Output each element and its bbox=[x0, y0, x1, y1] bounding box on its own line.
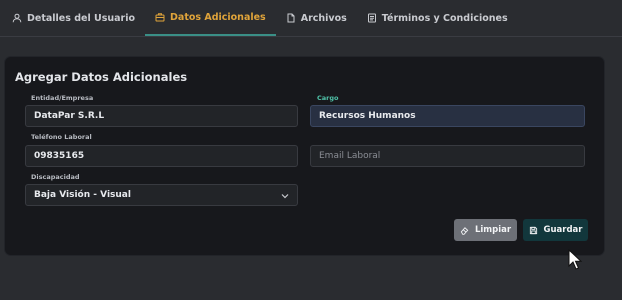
tab-label: Detalles del Usuario bbox=[27, 12, 136, 24]
cargo-input[interactable]: Recursos Humanos bbox=[310, 105, 585, 127]
briefcase-icon bbox=[155, 12, 165, 22]
chevron-down-icon bbox=[281, 194, 289, 199]
telefono-value: 09835165 bbox=[34, 151, 85, 161]
telefono-input[interactable]: 09835165 bbox=[25, 145, 298, 167]
save-icon bbox=[529, 226, 537, 234]
tab-label: Archivos bbox=[300, 12, 347, 24]
clear-button[interactable]: Limpiar bbox=[454, 219, 517, 241]
tab-archivos[interactable]: Archivos bbox=[276, 0, 357, 36]
email-input[interactable]: Email Laboral bbox=[310, 145, 585, 167]
tab-terminos-condiciones[interactable]: Términos y Condiciones bbox=[357, 0, 518, 36]
user-icon bbox=[12, 13, 22, 23]
discapacidad-select[interactable]: Baja Visión - Visual bbox=[25, 184, 298, 206]
clear-button-label: Limpiar bbox=[474, 225, 512, 235]
tab-datos-adicionales[interactable]: Datos Adicionales bbox=[145, 0, 276, 36]
cargo-value: Recursos Humanos bbox=[319, 111, 416, 121]
discapacidad-value: Baja Visión - Visual bbox=[34, 190, 131, 200]
tab-label: Términos y Condiciones bbox=[381, 12, 508, 24]
discapacidad-label: Discapacidad bbox=[31, 173, 80, 181]
mouse-cursor-icon bbox=[568, 249, 583, 270]
email-placeholder: Email Laboral bbox=[319, 151, 381, 161]
telefono-label: Teléfono Laboral bbox=[31, 133, 92, 141]
entidad-value: DataPar S.R.L bbox=[34, 111, 105, 121]
tab-label: Datos Adicionales bbox=[170, 11, 266, 23]
document-list-icon bbox=[367, 13, 377, 23]
additional-data-card: Agregar Datos Adicionales Entidad/Empres… bbox=[5, 57, 604, 255]
eraser-icon bbox=[460, 226, 469, 235]
entidad-input[interactable]: DataPar S.R.L bbox=[25, 105, 298, 127]
save-button-label: Guardar bbox=[543, 225, 583, 235]
entidad-label: Entidad/Empresa bbox=[31, 94, 94, 102]
file-icon bbox=[286, 13, 296, 23]
app-frame: Detalles del Usuario Datos Adicionales A… bbox=[0, 0, 622, 300]
card-title: Agregar Datos Adicionales bbox=[15, 70, 188, 84]
save-button[interactable]: Guardar bbox=[523, 219, 588, 241]
tab-bar: Detalles del Usuario Datos Adicionales A… bbox=[0, 0, 622, 37]
tab-detalles-usuario[interactable]: Detalles del Usuario bbox=[0, 0, 145, 36]
cargo-label: Cargo bbox=[317, 94, 339, 102]
